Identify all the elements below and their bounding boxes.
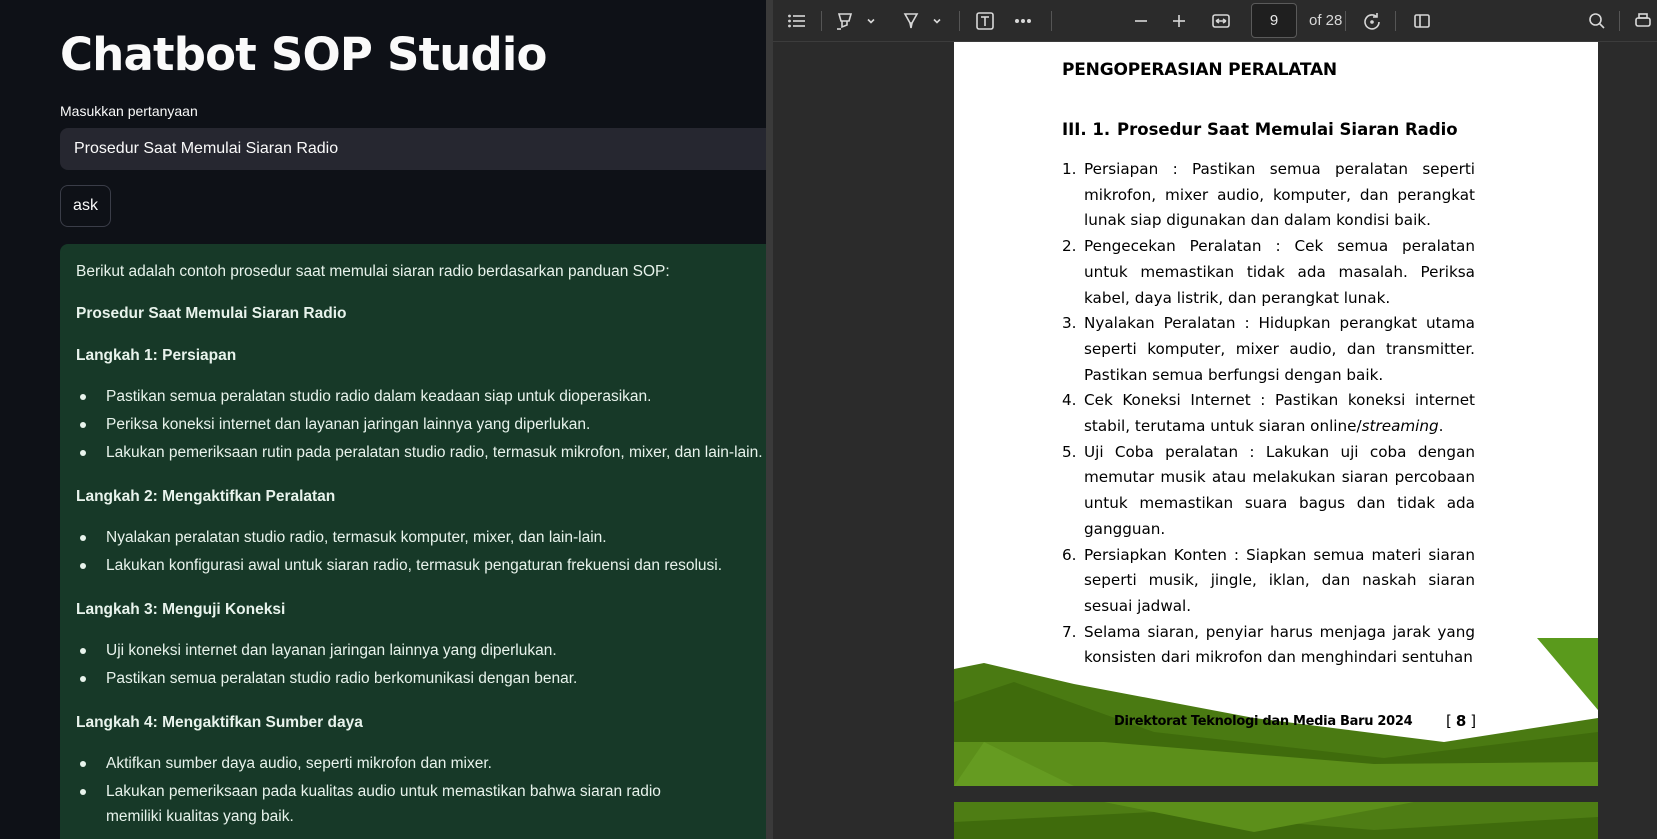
header-decoration (954, 802, 1598, 839)
step-title: Langkah 2: Mengaktifkan Peralatan (76, 488, 336, 505)
more-icon[interactable] (1011, 9, 1035, 33)
step-bullets: Pastikan semua peralatan studio radio da… (76, 384, 766, 465)
chevron-down-icon[interactable] (859, 9, 883, 33)
next-pdf-page (954, 802, 1598, 839)
page-total: of 28 (1309, 12, 1343, 29)
page-view-icon[interactable] (1410, 9, 1434, 33)
list-item: Lakukan konfigurasi awal untuk siaran ra… (76, 553, 766, 578)
list-item: Pastikan semua peralatan studio radio be… (76, 666, 766, 691)
answer-box: Berikut adalah contoh prosedur saat memu… (60, 244, 766, 839)
chatbot-app: Chatbot SOP Studio Masukkan pertanyaan a… (0, 0, 766, 839)
print-icon[interactable] (1631, 9, 1655, 33)
list-item: Lakukan pemeriksaan rutin pada peralatan… (76, 440, 766, 465)
answer-intro: Berikut adalah contoh prosedur saat memu… (76, 263, 670, 280)
footer-decoration (954, 638, 1598, 786)
list-item: Aktifkan sumber daya audio, seperti mikr… (76, 751, 766, 776)
text-icon[interactable] (973, 9, 997, 33)
step-bullets: Uji koneksi internet dan layanan jaringa… (76, 638, 766, 691)
page-number: [8] (1446, 712, 1477, 730)
fit-width-icon[interactable] (1209, 9, 1233, 33)
pdf-toolbar: of 28 (773, 0, 1657, 42)
zoom-in-icon[interactable] (1167, 9, 1191, 33)
step-bullets: Nyalakan peralatan studio radio, termasu… (76, 525, 766, 578)
pdf-viewer: of 28 PENGOPERASIAN PERALATAN III. 1.Pro… (773, 0, 1657, 839)
step-title: Langkah 1: Persiapan (76, 347, 237, 364)
question-input[interactable] (60, 128, 766, 170)
page-number-input[interactable] (1251, 3, 1297, 38)
zoom-out-icon[interactable] (1129, 9, 1153, 33)
list-item: Periksa koneksi internet dan layanan jar… (76, 412, 766, 437)
highlight-icon[interactable] (833, 9, 857, 33)
search-icon[interactable] (1585, 9, 1609, 33)
rotate-icon[interactable] (1360, 9, 1384, 33)
chevron-down-icon[interactable] (925, 9, 949, 33)
app-title: Chatbot SOP Studio (60, 28, 547, 81)
list-item: Uji koneksi internet dan layanan jaringa… (76, 638, 766, 663)
split-divider[interactable] (766, 0, 773, 839)
footer-text: Direktorat Teknologi dan Media Baru 2024 (1114, 714, 1413, 729)
step-bullets: Aktifkan sumber daya audio, seperti mikr… (76, 751, 766, 829)
draw-icon[interactable] (899, 9, 923, 33)
answer-heading: Prosedur Saat Memulai Siaran Radio (76, 305, 347, 322)
ask-button[interactable]: ask (60, 185, 111, 227)
pdf-page: PENGOPERASIAN PERALATAN III. 1. Prosedur … (954, 42, 1598, 786)
step-title: Langkah 4: Mengaktifkan Sumber daya (76, 714, 363, 731)
question-label: Masukkan pertanyaan (60, 103, 198, 119)
list-item: Pastikan semua peralatan studio radio da… (76, 384, 766, 409)
list-item: Lakukan pemeriksaan pada kualitas audio … (76, 779, 716, 829)
step-title: Langkah 3: Menguji Koneksi (76, 601, 286, 618)
list-item: Nyalakan peralatan studio radio, termasu… (76, 525, 766, 550)
contents-icon[interactable] (785, 9, 809, 33)
